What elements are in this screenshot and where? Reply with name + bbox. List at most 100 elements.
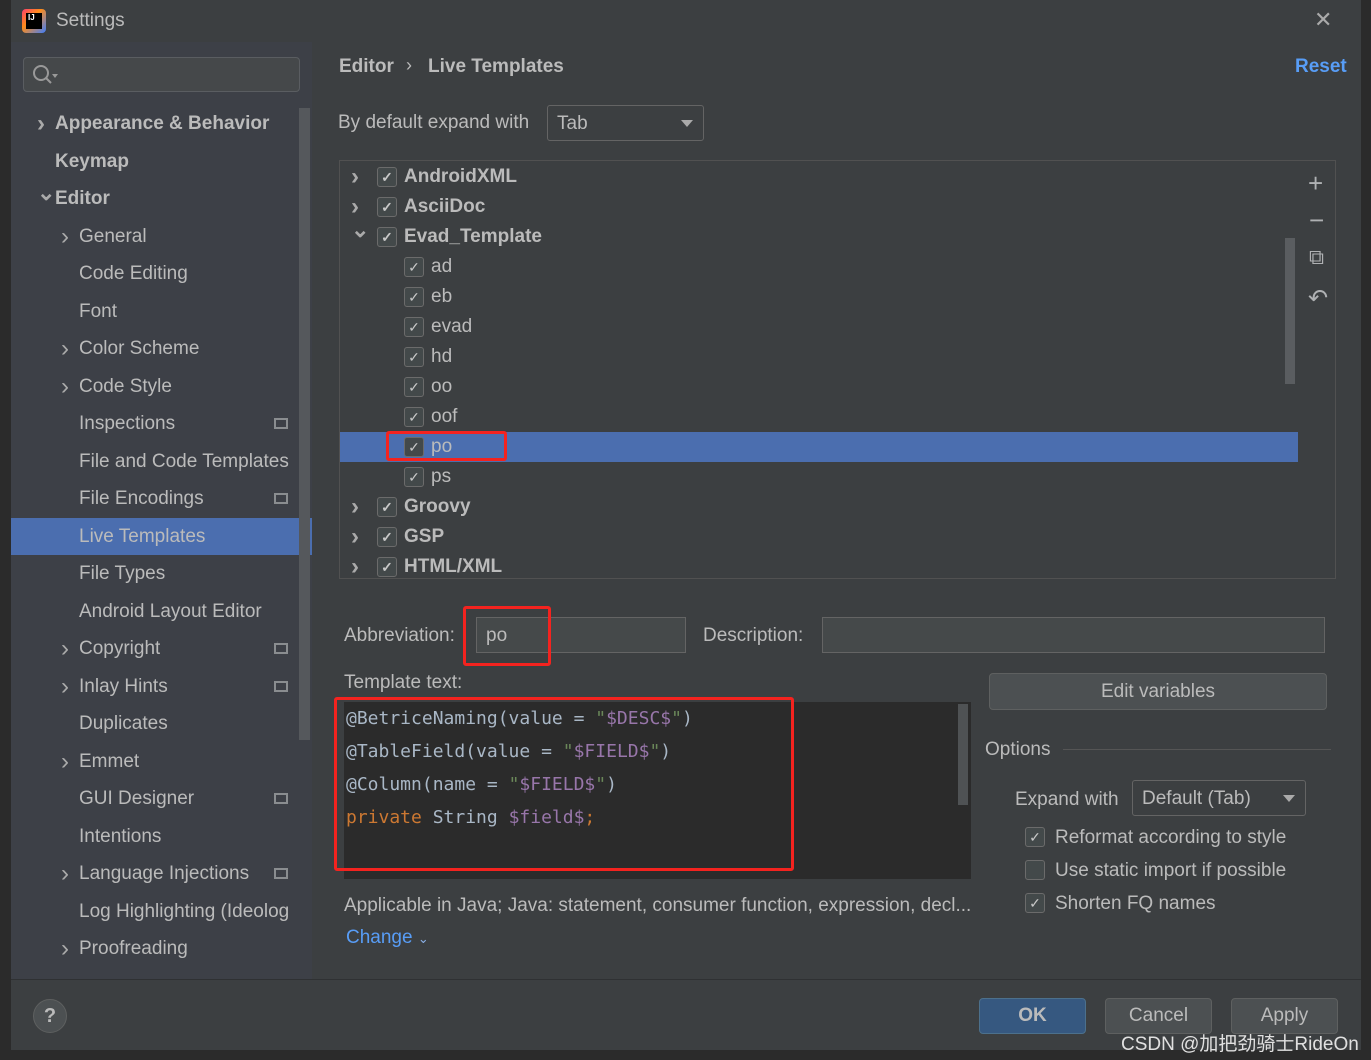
- sidebar-item[interactable]: › Appearance & Behavior: [11, 105, 301, 142]
- checkbox[interactable]: ✓: [404, 407, 424, 427]
- checkbox[interactable]: [1025, 860, 1045, 880]
- sidebar-item[interactable]: File Encodings: [11, 480, 301, 517]
- checkbox[interactable]: ✓: [404, 347, 424, 367]
- sidebar-item[interactable]: Duplicates: [11, 705, 301, 742]
- chevron-down-icon[interactable]: ⌄: [37, 180, 55, 211]
- sidebar-item[interactable]: › Copyright: [11, 630, 301, 667]
- add-icon[interactable]: +: [1308, 168, 1323, 199]
- sidebar-item[interactable]: › Color Scheme: [11, 330, 301, 367]
- code-scrollbar[interactable]: [958, 704, 968, 805]
- sidebar-item[interactable]: › Language Injections: [11, 855, 301, 892]
- remove-icon[interactable]: −: [1309, 205, 1324, 236]
- checkbox[interactable]: ✓: [404, 257, 424, 277]
- template-group[interactable]: › ✓ Groovy: [340, 492, 1298, 522]
- checkbox[interactable]: ✓: [404, 317, 424, 337]
- ok-button[interactable]: OK: [979, 998, 1086, 1034]
- expand-default-select[interactable]: Tab: [547, 105, 704, 141]
- close-icon[interactable]: ✕: [1314, 7, 1332, 33]
- sidebar-item[interactable]: Keymap: [11, 143, 301, 180]
- checkbox[interactable]: ✓: [377, 167, 397, 187]
- chevron-right-icon[interactable]: ›: [351, 162, 359, 192]
- sidebar-item[interactable]: Intentions: [11, 818, 301, 855]
- description-label: Description:: [703, 625, 804, 646]
- template-group[interactable]: › ✓ HTML/XML: [340, 552, 1298, 578]
- template-item[interactable]: ✓ eb: [340, 282, 1298, 312]
- sidebar-item[interactable]: Inspections: [11, 405, 301, 442]
- sidebar-item[interactable]: GUI Designer: [11, 780, 301, 817]
- chevron-right-icon[interactable]: ›: [351, 522, 359, 552]
- template-label: AndroidXML: [404, 166, 517, 187]
- template-group[interactable]: ⌄ ✓ Evad_Template: [340, 217, 1298, 252]
- checkbox[interactable]: ✓: [404, 377, 424, 397]
- chevron-right-icon[interactable]: ›: [61, 368, 69, 405]
- option-label: Reformat according to style: [1055, 827, 1287, 848]
- checkbox[interactable]: ✓: [377, 227, 397, 247]
- tree-scrollbar[interactable]: [1285, 238, 1295, 384]
- checkbox[interactable]: ✓: [1025, 827, 1045, 847]
- chevron-right-icon[interactable]: ›: [351, 552, 359, 578]
- checkbox[interactable]: ✓: [377, 197, 397, 217]
- sidebar-item[interactable]: Font: [11, 293, 301, 330]
- chevron-right-icon[interactable]: ›: [61, 743, 69, 780]
- template-item[interactable]: ✓ ps: [340, 462, 1298, 492]
- template-item[interactable]: ✓ ad: [340, 252, 1298, 282]
- template-group[interactable]: › ✓ AndroidXML: [340, 162, 1298, 192]
- sidebar-item-label: Inlay Hints: [79, 675, 168, 697]
- template-group[interactable]: › ✓ GSP: [340, 522, 1298, 552]
- sidebar-item[interactable]: ⌄ Editor: [11, 180, 301, 217]
- sidebar-item[interactable]: Live Templates: [11, 517, 312, 555]
- chevron-right-icon[interactable]: ›: [61, 930, 69, 967]
- sidebar-scrollbar[interactable]: [299, 108, 310, 740]
- sidebar-item-label: Font: [79, 300, 118, 322]
- checkbox[interactable]: ✓: [404, 287, 424, 307]
- checkbox[interactable]: ✓: [377, 497, 397, 517]
- checkbox[interactable]: ✓: [1025, 893, 1045, 913]
- checkbox[interactable]: ✓: [404, 467, 424, 487]
- chevron-right-icon[interactable]: ›: [61, 855, 69, 892]
- option-checkbox[interactable]: ✓ Reformat according to style: [1025, 826, 1325, 850]
- sidebar-item[interactable]: File Types: [11, 555, 301, 592]
- sidebar-item[interactable]: › Inlay Hints: [11, 668, 301, 705]
- sidebar-item-label: File Encodings: [79, 488, 204, 509]
- duplicate-icon[interactable]: ⧉: [1309, 246, 1324, 270]
- edit-variables-button[interactable]: Edit variables: [989, 673, 1327, 710]
- sidebar-item[interactable]: Code Editing: [11, 255, 301, 292]
- chevron-right-icon[interactable]: ›: [351, 492, 359, 522]
- template-item[interactable]: ✓ evad: [340, 312, 1298, 342]
- chevron-right-icon[interactable]: ›: [61, 330, 69, 367]
- option-checkbox[interactable]: ✓ Shorten FQ names: [1025, 892, 1325, 916]
- expand-with-select[interactable]: Default (Tab): [1132, 780, 1306, 816]
- option-checkbox[interactable]: Use static import if possible: [1025, 859, 1325, 883]
- watermark: CSDN @加把劲骑士RideOn: [1121, 1034, 1359, 1055]
- sidebar-item[interactable]: Android Layout Editor: [11, 593, 301, 630]
- search-icon: [33, 65, 58, 84]
- change-contexts-link[interactable]: Change ⌄: [346, 927, 429, 949]
- sidebar-item[interactable]: File and Code Templates: [11, 443, 301, 480]
- chevron-right-icon[interactable]: ›: [61, 668, 69, 705]
- help-button[interactable]: ?: [33, 999, 67, 1033]
- reset-link[interactable]: Reset: [1295, 56, 1347, 78]
- sidebar-item-label: Appearance & Behavior: [55, 113, 270, 134]
- sidebar-item-label: Keymap: [55, 150, 129, 172]
- chevron-right-icon[interactable]: ›: [61, 630, 69, 667]
- template-item[interactable]: ✓ oo: [340, 372, 1298, 402]
- sidebar-item[interactable]: › Code Style: [11, 368, 301, 405]
- checkbox[interactable]: ✓: [377, 557, 397, 577]
- description-input[interactable]: [822, 617, 1325, 653]
- chevron-down-icon[interactable]: ⌄: [351, 215, 369, 245]
- settings-search-input[interactable]: [23, 57, 300, 92]
- sidebar-item[interactable]: › Emmet: [11, 743, 301, 780]
- sidebar-item[interactable]: Log Highlighting (Ideolog): [11, 893, 301, 930]
- checkbox[interactable]: ✓: [377, 527, 397, 547]
- template-item[interactable]: ✓ hd: [340, 342, 1298, 372]
- sidebar-item[interactable]: › General: [11, 218, 301, 255]
- chevron-right-icon[interactable]: ›: [61, 218, 69, 255]
- sidebar-item[interactable]: › Proofreading: [11, 930, 301, 967]
- template-item[interactable]: ✓ oof: [340, 402, 1298, 432]
- sidebar-item-label: Inspections: [79, 413, 176, 434]
- restore-icon[interactable]: ↶: [1308, 284, 1328, 313]
- breadcrumb-parent[interactable]: Editor: [339, 56, 394, 78]
- template-group[interactable]: › ✓ AsciiDoc: [340, 192, 1298, 222]
- expand-with-value: Default (Tab): [1142, 788, 1251, 809]
- chevron-right-icon[interactable]: ›: [37, 105, 45, 142]
